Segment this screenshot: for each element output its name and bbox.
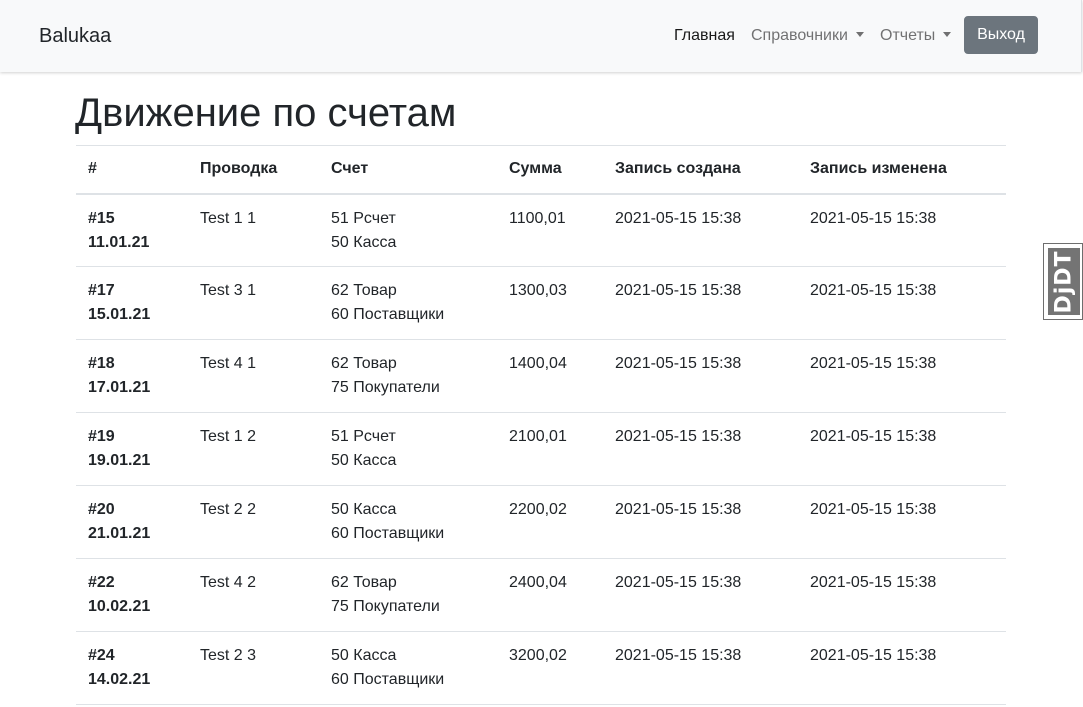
debit-account: 62 Товар (331, 355, 397, 372)
credit-account: 75 Покупатели (331, 379, 440, 396)
cell-modified: 2021-05-15 15:38 (798, 558, 1006, 632)
cell-account: 51 Рсчет 50 Касса (319, 412, 497, 486)
record-date: 15.01.21 (88, 306, 151, 323)
cell-created: 2021-05-15 15:38 (603, 485, 798, 559)
nav-dropdown-references-label: Справочники (751, 27, 848, 44)
transactions-table: # Проводка Счет Сумма Запись создана Зап… (76, 145, 1006, 705)
cell-modified: 2021-05-15 15:38 (798, 193, 1006, 267)
cell-account: 50 Касса 60 Поставщики (319, 631, 497, 705)
cell-posting: Test 2 3 (188, 631, 319, 705)
debit-account: 62 Товар (331, 282, 397, 299)
credit-account: 50 Касса (331, 233, 397, 251)
record-id: #20 (88, 501, 115, 518)
record-id: #24 (88, 647, 115, 664)
cell-number: #20 21.01.21 (76, 485, 188, 559)
debug-toolbar-handle[interactable]: DjDT (1043, 243, 1083, 320)
table-header-row: # Проводка Счет Сумма Запись создана Зап… (76, 145, 1006, 195)
caret-down-icon (855, 32, 864, 37)
cell-amount: 3200,02 (497, 631, 603, 705)
nav-dropdown-reports-label: Отчеты (880, 27, 936, 44)
credit-account: 60 Поставщики (331, 306, 445, 323)
top-navbar: Balukaa Главная Справочники Отчеты Выход (0, 0, 1082, 72)
table-row: #19 19.01.21 Test 1 2 51 Рсчет 50 Касса 21… (76, 412, 1006, 486)
cell-modified: 2021-05-15 15:38 (798, 485, 1006, 559)
cell-posting: Test 2 2 (188, 485, 319, 559)
cell-created: 2021-05-15 15:38 (603, 193, 798, 267)
nav-dropdown-references[interactable]: Справочники (751, 26, 864, 46)
caret-down-icon (943, 32, 952, 37)
cell-posting: Test 4 1 (188, 339, 319, 413)
cell-modified: 2021-05-15 15:38 (798, 631, 1006, 705)
cell-number: #15 11.01.21 (76, 193, 188, 267)
debit-account: 50 Касса (331, 647, 397, 664)
table-row: #18 17.01.21 Test 4 1 62 Товар 75 Покупате… (76, 339, 1006, 413)
nav-link-home[interactable]: Главная (674, 26, 735, 46)
cell-posting: Test 4 2 (188, 558, 319, 632)
cell-account: 62 Товар 75 Покупатели (319, 558, 497, 632)
djdt-icon: DjDT (1048, 248, 1080, 315)
cell-amount: 2200,02 (497, 485, 603, 559)
table-row: #24 14.02.21 Test 2 3 50 Касса 60 Поставщи… (76, 631, 1006, 705)
cell-modified: 2021-05-15 15:38 (798, 339, 1006, 413)
column-header-created: Запись создана (603, 145, 798, 195)
debit-account: 50 Касса (331, 501, 397, 518)
table-row: #20 21.01.21 Test 2 2 50 Касса 60 Поставщи… (76, 485, 1006, 559)
column-header-account: Счет (319, 145, 497, 195)
cell-number: #22 10.02.21 (76, 558, 188, 632)
record-date: 17.01.21 (88, 379, 151, 396)
record-id: #19 (88, 428, 115, 445)
cell-created: 2021-05-15 15:38 (603, 412, 798, 486)
cell-amount: 2100,01 (497, 412, 603, 486)
cell-account: 62 Товар 60 Поставщики (319, 266, 497, 340)
record-date: 14.02.21 (88, 671, 151, 688)
cell-created: 2021-05-15 15:38 (603, 631, 798, 705)
record-id: #18 (88, 355, 115, 372)
debit-account: 51 Рсчет (331, 428, 396, 445)
credit-account: 60 Поставщики (331, 671, 445, 688)
page-title: Движение по счетам (75, 91, 457, 135)
credit-account: 75 Покупатели (331, 598, 440, 615)
brand-link[interactable]: Balukaa (39, 25, 111, 47)
record-id: #22 (88, 574, 115, 591)
cell-created: 2021-05-15 15:38 (603, 558, 798, 632)
djdt-logo-text: DjDT (1051, 249, 1077, 314)
cell-amount: 2400,04 (497, 558, 603, 632)
record-id: #17 (88, 282, 115, 299)
cell-number: #24 14.02.21 (76, 631, 188, 705)
cell-amount: 1400,04 (497, 339, 603, 413)
cell-account: 62 Товар 75 Покупатели (319, 339, 497, 413)
table-row: #22 10.02.21 Test 4 2 62 Товар 75 Покупате… (76, 558, 1006, 632)
column-header-number: # (76, 145, 188, 195)
credit-account: 50 Касса (331, 452, 397, 469)
table-row: #17 15.01.21 Test 3 1 62 Товар 60 Поставщи… (76, 266, 1006, 340)
cell-created: 2021-05-15 15:38 (603, 339, 798, 413)
cell-account: 50 Касса 60 Поставщики (319, 485, 497, 559)
record-date: 21.01.21 (88, 525, 151, 542)
record-date: 19.01.21 (88, 452, 151, 469)
cell-amount: 1300,03 (497, 266, 603, 340)
debit-account: 62 Товар (331, 574, 397, 591)
column-header-posting: Проводка (188, 145, 319, 195)
record-date: 10.02.21 (88, 598, 151, 615)
credit-account: 60 Поставщики (331, 525, 445, 542)
cell-amount: 1100,01 (497, 193, 603, 267)
cell-number: #17 15.01.21 (76, 266, 188, 340)
cell-number: #19 19.01.21 (76, 412, 188, 486)
cell-number: #18 17.01.21 (76, 339, 188, 413)
column-header-amount: Сумма (497, 145, 603, 195)
debit-account: 51 Рсчет (331, 209, 396, 227)
cell-modified: 2021-05-15 15:38 (798, 266, 1006, 340)
cell-modified: 2021-05-15 15:38 (798, 412, 1006, 486)
cell-account: 51 Рсчет 50 Касса (319, 193, 497, 267)
logout-button[interactable]: Выход (964, 16, 1038, 54)
cell-created: 2021-05-15 15:38 (603, 266, 798, 340)
cell-posting: Test 1 1 (188, 193, 319, 267)
cell-posting: Test 1 2 (188, 412, 319, 486)
record-date: 11.01.21 (88, 233, 150, 251)
nav-dropdown-reports[interactable]: Отчеты (880, 26, 952, 46)
column-header-modified: Запись изменена (798, 145, 1006, 195)
record-id: #15 (88, 209, 115, 227)
cell-posting: Test 3 1 (188, 266, 319, 340)
table-row: #15 11.01.21 Test 1 1 51 Рсчет 50 Касса 11… (76, 193, 1006, 267)
